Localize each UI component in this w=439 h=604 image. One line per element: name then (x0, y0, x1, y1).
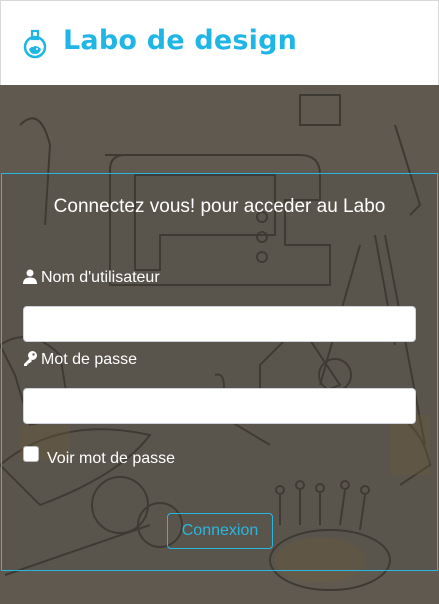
login-panel: Connectez vous! pour acceder au Labo Nom… (1, 173, 438, 571)
site-header: Labo de design (0, 0, 439, 86)
password-label-text: Mot de passe (41, 351, 138, 368)
flask-icon[interactable] (22, 29, 48, 59)
show-password-checkbox[interactable] (23, 446, 39, 462)
brand-title[interactable]: Labo de design (63, 25, 297, 56)
user-icon (23, 269, 37, 284)
show-password-label[interactable]: Voir mot de passe (47, 450, 175, 468)
username-label: Nom d'utilisateur (23, 269, 160, 287)
form-title: Connectez vous! pour acceder au Labo (53, 196, 386, 217)
username-input[interactable] (23, 306, 416, 342)
key-icon (24, 351, 37, 366)
login-button[interactable]: Connexion (167, 513, 273, 549)
password-input[interactable] (23, 388, 416, 424)
password-label: Mot de passe (23, 351, 137, 369)
username-label-text: Nom d'utilisateur (41, 269, 160, 286)
